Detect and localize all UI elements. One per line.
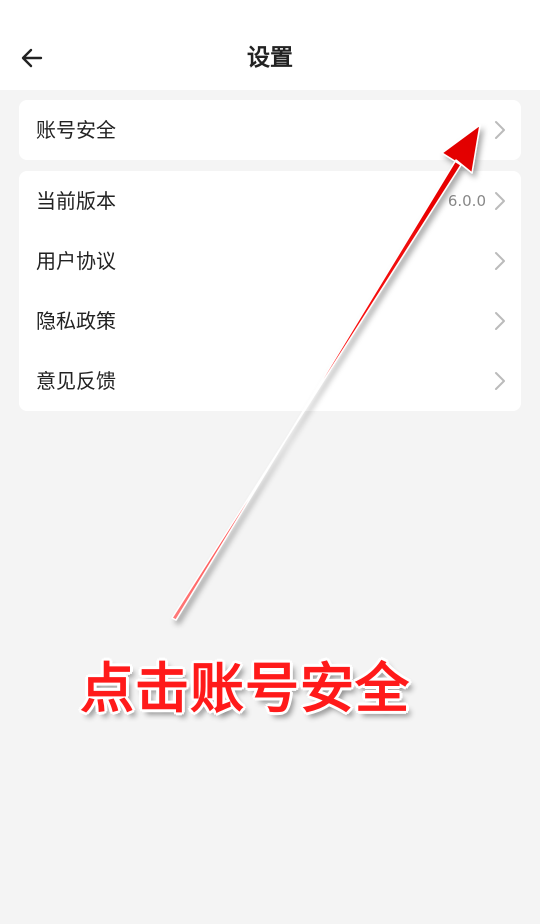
- annotation-text: 点击账号安全: [80, 657, 410, 720]
- settings-item-current-version[interactable]: 当前版本 6.0.0: [19, 171, 521, 231]
- settings-item-user-agreement[interactable]: 用户协议: [19, 231, 521, 291]
- version-value: 6.0.0: [447, 192, 486, 210]
- chevron-right-icon: [495, 312, 505, 330]
- chevron-right-icon: [495, 372, 505, 390]
- settings-item-label: 用户协议: [36, 249, 116, 273]
- chevron-right-icon: [495, 192, 505, 210]
- header-bar: 设置: [0, 0, 540, 90]
- settings-item-privacy-policy[interactable]: 隐私政策: [19, 291, 521, 351]
- settings-item-label: 当前版本: [36, 189, 116, 213]
- chevron-right-icon: [495, 252, 505, 270]
- settings-item-account-security[interactable]: 账号安全: [19, 100, 521, 160]
- chevron-right-icon: [495, 121, 505, 139]
- settings-group-account: 账号安全: [19, 100, 521, 160]
- page-title: 设置: [247, 45, 293, 71]
- settings-item-label: 意见反馈: [36, 369, 116, 393]
- settings-item-label: 隐私政策: [36, 309, 116, 333]
- settings-item-feedback[interactable]: 意见反馈: [19, 351, 521, 411]
- settings-group-info: 当前版本 6.0.0 用户协议 隐私政策 意见反馈: [19, 171, 521, 411]
- settings-item-label: 账号安全: [36, 118, 116, 142]
